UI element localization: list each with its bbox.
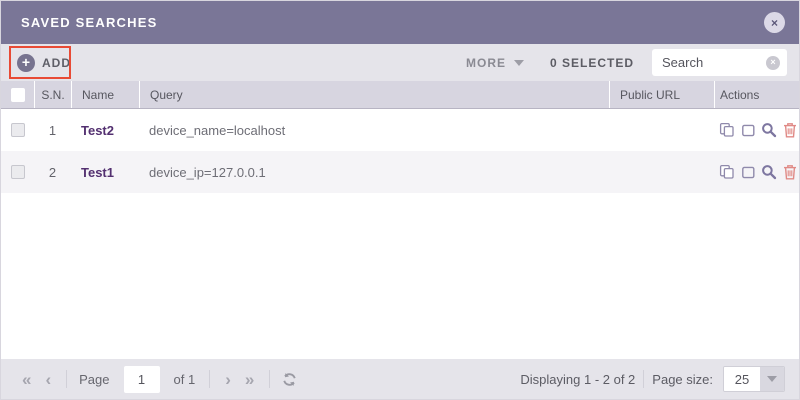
- column-header-public-url: Public URL: [609, 81, 714, 108]
- row-checkbox[interactable]: [11, 123, 25, 137]
- selected-count: 0 SELECTED: [550, 56, 634, 70]
- column-header-query: Query: [139, 81, 609, 108]
- search-run-icon[interactable]: [761, 122, 777, 138]
- refresh-icon[interactable]: [278, 372, 301, 387]
- search-box: ×: [652, 49, 787, 76]
- row-query: device_ip=127.0.0.1: [139, 165, 609, 180]
- row-name-cell: Test2: [71, 123, 139, 138]
- search-clear-icon[interactable]: ×: [766, 56, 780, 70]
- divider: [643, 370, 644, 388]
- first-page-icon[interactable]: «: [15, 371, 38, 388]
- row-checkbox[interactable]: [11, 165, 25, 179]
- divider: [269, 370, 270, 388]
- pager: « ‹ Page of 1 › »: [15, 366, 301, 393]
- page-size-select[interactable]: 25: [723, 366, 785, 392]
- table-empty-area: [1, 193, 799, 359]
- more-button-label: MORE: [466, 56, 506, 70]
- select-all-cell: [1, 81, 34, 108]
- chevron-down-icon: [514, 60, 524, 66]
- page-size-value: 25: [724, 367, 760, 391]
- page-size-arrow: [760, 367, 784, 391]
- close-icon[interactable]: ×: [764, 12, 785, 33]
- page-size-label: Page size:: [652, 372, 713, 387]
- panel-title: SAVED SEARCHES: [21, 15, 157, 30]
- resize-square-icon[interactable]: [740, 164, 756, 180]
- copy-icon[interactable]: [719, 164, 735, 180]
- row-actions-cell: [714, 122, 799, 138]
- row-sn: 1: [34, 123, 71, 138]
- next-page-icon[interactable]: ›: [218, 371, 238, 388]
- page-label: Page: [79, 372, 109, 387]
- toolbar: + ADD MORE 0 SELECTED ×: [1, 44, 799, 81]
- saved-search-name-link[interactable]: Test2: [81, 123, 114, 138]
- column-header-name: Name: [71, 81, 139, 108]
- table-header: S.N. Name Query Public URL Actions: [1, 81, 799, 109]
- column-header-sn: S.N.: [34, 81, 71, 108]
- toolbar-right: MORE 0 SELECTED ×: [466, 49, 787, 76]
- row-actions: [719, 164, 798, 180]
- saved-searches-panel: SAVED SEARCHES × + ADD MORE 0 SELECTED ×…: [0, 0, 800, 400]
- page-of-label: of 1: [174, 372, 196, 387]
- row-checkbox-cell: [1, 165, 34, 179]
- column-header-actions: Actions: [714, 81, 799, 108]
- table-row: 1 Test2 device_name=localhost: [1, 109, 799, 151]
- row-actions-cell: [714, 164, 799, 180]
- delete-trash-icon[interactable]: [782, 164, 798, 180]
- row-name-cell: Test1: [71, 165, 139, 180]
- chevron-down-icon: [767, 376, 777, 382]
- displaying-status: Displaying 1 - 2 of 2: [520, 372, 635, 387]
- table-row: 2 Test1 device_ip=127.0.0.1: [1, 151, 799, 193]
- prev-page-icon[interactable]: ‹: [38, 371, 58, 388]
- add-button-label: ADD: [42, 56, 71, 70]
- plus-icon: +: [17, 54, 35, 72]
- row-actions: [719, 122, 798, 138]
- row-query: device_name=localhost: [139, 123, 609, 138]
- titlebar: SAVED SEARCHES ×: [1, 1, 799, 44]
- divider: [66, 370, 67, 388]
- select-all-checkbox[interactable]: [11, 88, 25, 102]
- row-sn: 2: [34, 165, 71, 180]
- pagination-bar: « ‹ Page of 1 › » Displaying 1 - 2 of 2 …: [1, 359, 799, 399]
- divider: [209, 370, 210, 388]
- footer-right: Displaying 1 - 2 of 2 Page size: 25: [520, 366, 785, 392]
- more-button[interactable]: MORE: [466, 56, 524, 70]
- saved-search-name-link[interactable]: Test1: [81, 165, 114, 180]
- resize-square-icon[interactable]: [740, 122, 756, 138]
- page-number-input[interactable]: [124, 366, 160, 393]
- search-run-icon[interactable]: [761, 164, 777, 180]
- last-page-icon[interactable]: »: [238, 371, 261, 388]
- row-checkbox-cell: [1, 123, 34, 137]
- add-button[interactable]: + ADD: [17, 54, 71, 72]
- delete-trash-icon[interactable]: [782, 122, 798, 138]
- copy-icon[interactable]: [719, 122, 735, 138]
